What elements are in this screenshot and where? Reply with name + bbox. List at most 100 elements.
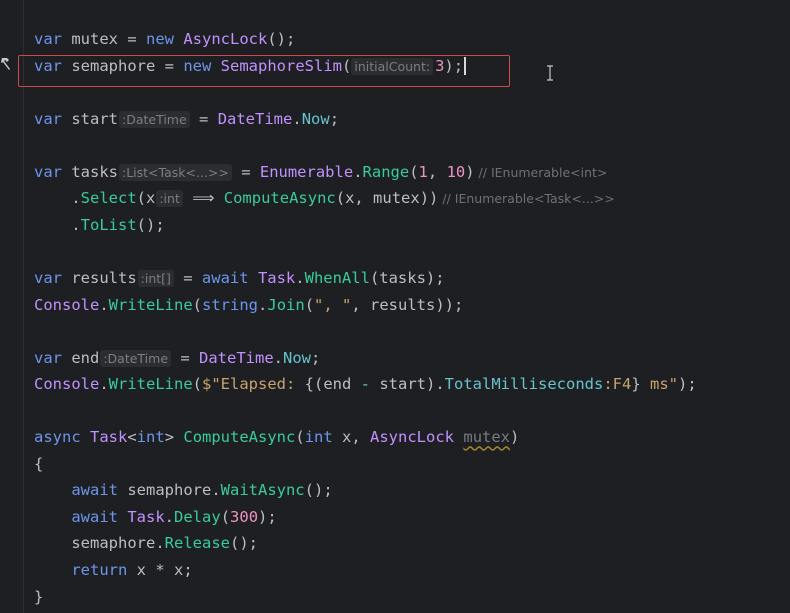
code-token: = — [171, 348, 200, 367]
code-token: . — [99, 295, 109, 314]
code-token: . — [258, 295, 268, 314]
code-token: } — [34, 587, 44, 606]
code-token: 3 — [435, 56, 445, 75]
code-token: WriteLine — [108, 375, 193, 394]
code-token: 1 — [418, 162, 428, 181]
code-token: , results)); — [351, 295, 464, 314]
code-token: (x, mutex)) — [335, 189, 439, 208]
code-token: (); — [304, 481, 333, 500]
code-token: ( — [220, 507, 231, 526]
code-token: ( — [304, 295, 315, 314]
code-token: . — [295, 268, 305, 287]
code-line[interactable]: var end:DateTime = DateTime.Now; — [34, 347, 320, 369]
code-token: start). — [370, 375, 445, 394]
code-line[interactable]: await Task.Delay(300); — [34, 506, 276, 528]
hammer-icon[interactable] — [0, 56, 14, 72]
code-token: ms" — [640, 375, 678, 394]
code-token: Range — [362, 162, 410, 181]
code-token: semaphore. — [118, 481, 221, 500]
code-token: {(end — [304, 375, 361, 394]
code-token: new — [146, 30, 174, 48]
code-line[interactable]: var results:int[] = await Task.WhenAll(t… — [34, 267, 445, 289]
code-line[interactable]: Console.WriteLine(string.Join(", ", resu… — [34, 294, 463, 316]
code-token: Console — [34, 295, 100, 314]
code-token: // IEnumerable<Task<...>> — [438, 191, 615, 207]
code-token: Task — [257, 268, 296, 287]
code-token: Select — [80, 189, 137, 208]
code-token: var — [34, 348, 62, 367]
code-token: . — [99, 375, 109, 394]
code-token: ; — [329, 109, 340, 128]
code-line[interactable]: return x * x; — [34, 559, 193, 581]
code-token: ", " — [314, 295, 352, 314]
code-line[interactable]: var tasks:List<Task<...>> = Enumerable.R… — [34, 161, 607, 183]
code-token: ( — [192, 375, 203, 394]
code-token: = — [173, 268, 202, 287]
code-token: ( — [409, 162, 419, 181]
code-token: Release — [164, 534, 230, 553]
code-token: ( — [342, 56, 352, 75]
code-token: ( — [192, 295, 203, 314]
code-token: start — [62, 109, 118, 128]
code-token: (x — [136, 189, 156, 208]
code-line[interactable]: } — [34, 586, 43, 608]
code-line[interactable]: await semaphore.WaitAsync(); — [34, 479, 333, 501]
code-token: ); — [677, 375, 697, 394]
code-token: int — [304, 428, 333, 447]
code-token: = — [189, 109, 218, 128]
code-line[interactable]: .ToList(); — [34, 214, 164, 236]
code-token: { — [34, 454, 44, 473]
code-line[interactable]: { — [34, 453, 43, 475]
code-token: DateTime — [217, 109, 293, 128]
code-token: - — [360, 375, 371, 394]
code-token: AsyncLock — [183, 30, 268, 48]
code-token: new — [183, 56, 212, 75]
code-token: string — [202, 295, 259, 314]
code-token: mutex — [463, 428, 511, 447]
code-token: x * x; — [127, 561, 193, 579]
code-token: var — [34, 109, 62, 128]
code-token: :F4 — [603, 375, 632, 394]
code-token: . — [164, 507, 175, 526]
gutter-divider — [23, 0, 24, 613]
code-line[interactable]: var semaphore = new SemaphoreSlim(initia… — [34, 55, 466, 77]
code-line[interactable]: var start:DateTime = DateTime.Now; — [34, 108, 339, 130]
code-token: ComputeAsync — [223, 189, 336, 208]
code-line[interactable]: Console.WriteLine($"Elapsed: {(end - sta… — [34, 373, 697, 395]
code-token: ComputeAsync — [183, 428, 296, 447]
code-token: await — [71, 481, 118, 500]
code-token: var — [34, 56, 62, 75]
code-token: end — [62, 348, 100, 367]
code-token: } — [631, 375, 641, 394]
code-token: Now — [283, 348, 312, 367]
text-caret — [464, 57, 466, 76]
code-token: :List<Task<...>> — [119, 163, 232, 181]
code-token: = — [231, 162, 260, 181]
code-token: mutex = — [62, 30, 146, 48]
code-line[interactable]: var mutex = new AsyncLock(); — [34, 28, 295, 50]
code-token: Join — [267, 295, 305, 314]
code-token: :int[] — [137, 269, 174, 287]
code-token: tasks — [62, 162, 118, 181]
code-line[interactable]: semaphore.Release(); — [34, 532, 258, 554]
code-token: x, — [332, 428, 371, 447]
code-line[interactable]: .Select(x:int ⟹ ComputeAsync(x, mutex)) … — [34, 187, 615, 209]
code-token: > — [164, 428, 184, 447]
code-token: WriteLine — [108, 295, 193, 314]
code-token: Task — [90, 428, 128, 447]
code-token: var — [34, 268, 62, 287]
code-token: (tasks); — [369, 268, 445, 287]
code-token: await — [201, 268, 249, 287]
code-token: ToList — [80, 215, 137, 234]
code-token: results — [62, 268, 137, 287]
code-token: int — [136, 428, 165, 447]
code-token: ⟹ — [182, 189, 224, 208]
code-token: . — [292, 109, 302, 128]
code-editor[interactable]: var mutex = new AsyncLock(); var semaphor… — [0, 0, 790, 613]
code-line[interactable]: async Task<int> ComputeAsync(int x, Asyn… — [34, 426, 519, 448]
code-token: ( — [295, 428, 305, 447]
